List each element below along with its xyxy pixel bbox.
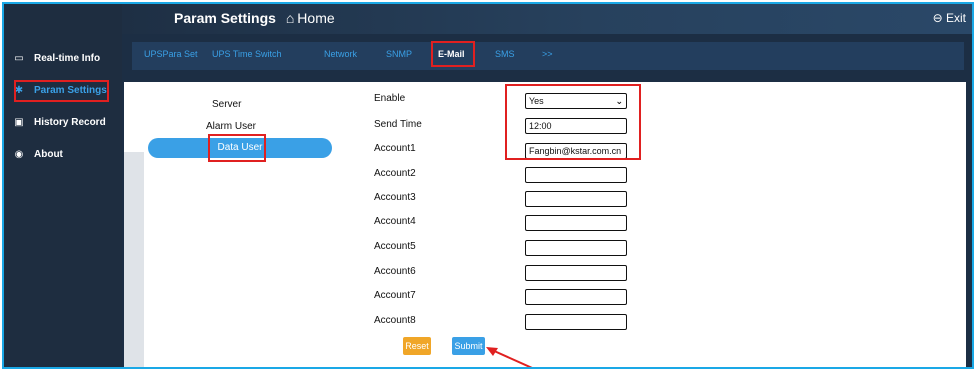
email-subnav: Server Alarm User Data User: [124, 82, 334, 367]
account4-label: Account4: [374, 216, 416, 227]
history-icon: ▣: [14, 116, 24, 128]
account4-input[interactable]: [525, 215, 627, 231]
enable-label: Enable: [374, 93, 406, 104]
account6-label: Account6: [374, 266, 416, 277]
sidebar-item-label: Real-time Info: [34, 52, 101, 64]
send-time-label: Send Time: [374, 119, 422, 130]
annotation-arrow: [486, 347, 533, 367]
submit-button[interactable]: Submit: [452, 337, 485, 355]
monitor-icon: ▭: [14, 52, 24, 64]
account3-label: Account3: [374, 192, 416, 203]
send-time-input[interactable]: 12:00: [525, 118, 627, 134]
tab-snmp[interactable]: SNMP: [386, 49, 412, 59]
account2-input[interactable]: [525, 167, 627, 183]
content-panel: Server Alarm User Data User Enable Send …: [124, 82, 966, 367]
sidebar-item-label: History Record: [34, 116, 106, 128]
panel-shade: [124, 152, 144, 367]
tab-ups-time-switch[interactable]: UPS Time Switch: [212, 49, 282, 59]
page-title: Param Settings ⌂ Home: [174, 10, 335, 26]
tab-email[interactable]: E-Mail: [438, 49, 465, 59]
enable-select-value: Yes: [529, 96, 544, 106]
account1-label: Account1: [374, 143, 416, 154]
tab-bar: UPSPara Set UPS Time Switch Network SNMP…: [132, 42, 964, 70]
sidebar-item-param-settings[interactable]: ✱ Param Settings: [12, 81, 107, 99]
account8-label: Account8: [374, 315, 416, 326]
subnav-alarm-user[interactable]: Alarm User: [206, 121, 256, 132]
account5-label: Account5: [374, 241, 416, 252]
sidebar-item-history-record[interactable]: ▣ History Record: [12, 113, 106, 131]
sidebar-item-about[interactable]: ◉ About: [12, 145, 63, 163]
sidebar-item-label: Param Settings: [34, 84, 107, 96]
account6-input[interactable]: [525, 265, 627, 281]
gear-icon: ✱: [14, 84, 24, 96]
subnav-server[interactable]: Server: [212, 99, 241, 110]
tab-network[interactable]: Network: [324, 49, 357, 59]
subnav-data-user[interactable]: Data User: [148, 138, 332, 158]
exit-icon: ⊖: [932, 11, 943, 25]
tab-more[interactable]: >>: [542, 49, 553, 59]
account7-label: Account7: [374, 290, 416, 301]
info-icon: ◉: [14, 148, 24, 160]
home-icon[interactable]: ⌂: [286, 10, 294, 26]
account5-input[interactable]: [525, 240, 627, 256]
top-header: Param Settings ⌂ Home ⊖ Exit: [122, 4, 972, 34]
account2-label: Account2: [374, 168, 416, 179]
account8-input[interactable]: [525, 314, 627, 330]
app-window: ▭ Real-time Info ✱ Param Settings ▣ Hist…: [2, 2, 974, 369]
chevron-down-icon: ⌄: [615, 95, 623, 106]
exit-label: Exit: [945, 11, 966, 25]
enable-select[interactable]: Yes ⌄: [525, 93, 627, 109]
account1-input[interactable]: Fangbin@kstar.com.cn: [525, 143, 627, 159]
tab-sms[interactable]: SMS: [495, 49, 515, 59]
sidebar: ▭ Real-time Info ✱ Param Settings ▣ Hist…: [4, 4, 122, 367]
reset-button[interactable]: Reset: [403, 337, 431, 355]
page-title-text: Param Settings: [174, 10, 276, 26]
subnav-data-user-label: Data User: [217, 142, 263, 153]
home-link[interactable]: Home: [297, 10, 334, 26]
exit-button[interactable]: ⊖ Exit: [933, 11, 966, 25]
account3-input[interactable]: [525, 191, 627, 207]
account7-input[interactable]: [525, 289, 627, 305]
sidebar-item-label: About: [34, 148, 63, 160]
tab-upspara-set[interactable]: UPSPara Set: [144, 49, 198, 59]
sidebar-item-realtime-info[interactable]: ▭ Real-time Info: [12, 49, 100, 67]
